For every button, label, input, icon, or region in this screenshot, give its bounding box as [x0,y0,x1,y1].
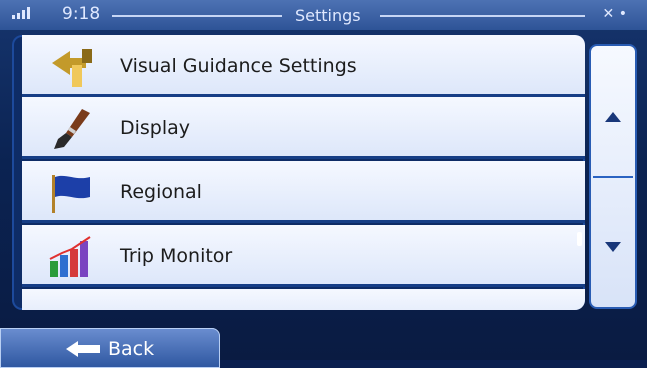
settings-list: Visual Guidance Settings Display Regiona… [12,35,585,310]
menu-item-label: Display [120,117,191,139]
status-bar: 9:18 Settings ✕ • [0,0,647,30]
menu-item-partial[interactable] [22,289,585,310]
bar-chart-icon [49,236,91,277]
back-button[interactable]: Back [0,328,220,368]
arrow-left-icon [66,341,100,357]
title-divider-right [380,15,585,17]
clock: 9:18 [62,4,101,24]
screen-title: Settings [295,6,361,25]
gps-status-icon: ✕ • [602,6,627,22]
title-divider-left [112,15,282,17]
menu-item-visual-guidance[interactable]: Visual Guidance Settings [22,35,585,97]
signal-strength-icon [12,7,34,19]
menu-item-label: Trip Monitor [120,245,233,267]
scroll-divider [593,176,633,178]
paintbrush-icon [54,109,90,149]
menu-item-regional[interactable]: Regional [22,161,585,223]
menu-item-trip-monitor[interactable]: Trip Monitor [22,225,585,287]
arrow-down-icon[interactable] [605,242,621,252]
visual-guidance-icon [52,49,92,87]
flag-icon [52,175,90,213]
settings-screen: 9:18 Settings ✕ • Visual Guidance Settin… [0,0,647,368]
scroll-controls [589,44,637,309]
menu-item-display[interactable]: Display [22,97,585,159]
back-button-label: Back [108,338,155,360]
menu-item-label: Visual Guidance Settings [120,55,357,77]
arrow-up-icon[interactable] [605,112,621,122]
scrollbar-thumb[interactable] [577,232,582,246]
menu-item-label: Regional [120,181,202,203]
